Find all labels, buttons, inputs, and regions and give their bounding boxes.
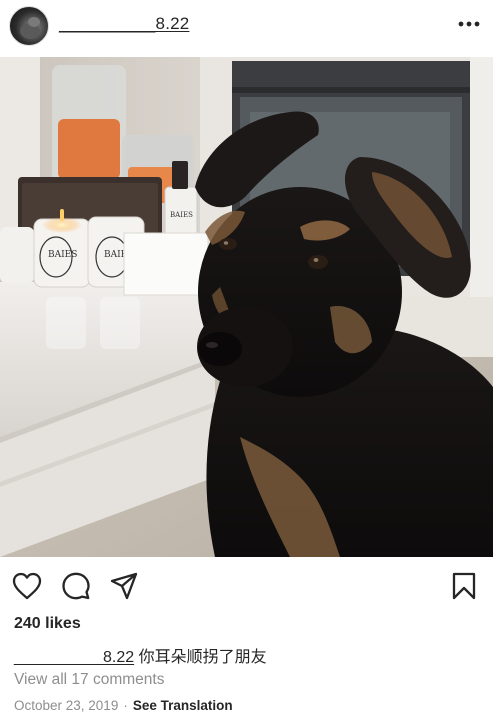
avatar[interactable] xyxy=(9,6,49,46)
post-username[interactable]: __________8.22 xyxy=(59,14,189,34)
comment-button[interactable] xyxy=(60,570,92,602)
heart-icon xyxy=(12,572,42,600)
post-header: __________8.22 xyxy=(0,0,493,52)
candle-label: BAIES xyxy=(170,211,193,219)
view-all-comments-link[interactable]: View all 17 comments xyxy=(14,671,164,689)
post-actions xyxy=(0,567,493,607)
likes-count[interactable]: 240 likes xyxy=(14,615,81,633)
candle-label: BAIES xyxy=(48,250,77,260)
see-translation-link[interactable]: See Translation xyxy=(133,698,233,713)
share-button[interactable] xyxy=(108,570,140,602)
caption-username[interactable]: __________8.22 xyxy=(14,649,134,666)
more-options-icon xyxy=(458,21,480,27)
save-button[interactable] xyxy=(448,570,480,602)
post-photo[interactable]: BAIES BAIES BAIES xyxy=(0,57,493,557)
more-options-button[interactable] xyxy=(457,12,481,36)
comment-bubble-icon xyxy=(62,572,90,600)
like-button[interactable] xyxy=(11,570,43,602)
caption-text: 你耳朵顺拐了朋友 xyxy=(138,649,267,666)
post-meta: October 23, 2019 · See Translation xyxy=(14,698,233,713)
post-date: October 23, 2019 xyxy=(14,698,119,713)
bookmark-icon xyxy=(452,572,476,600)
send-plane-icon xyxy=(110,572,138,600)
meta-separator: · xyxy=(123,698,128,713)
post-caption: __________8.22 你耳朵顺拐了朋友 xyxy=(14,643,267,667)
